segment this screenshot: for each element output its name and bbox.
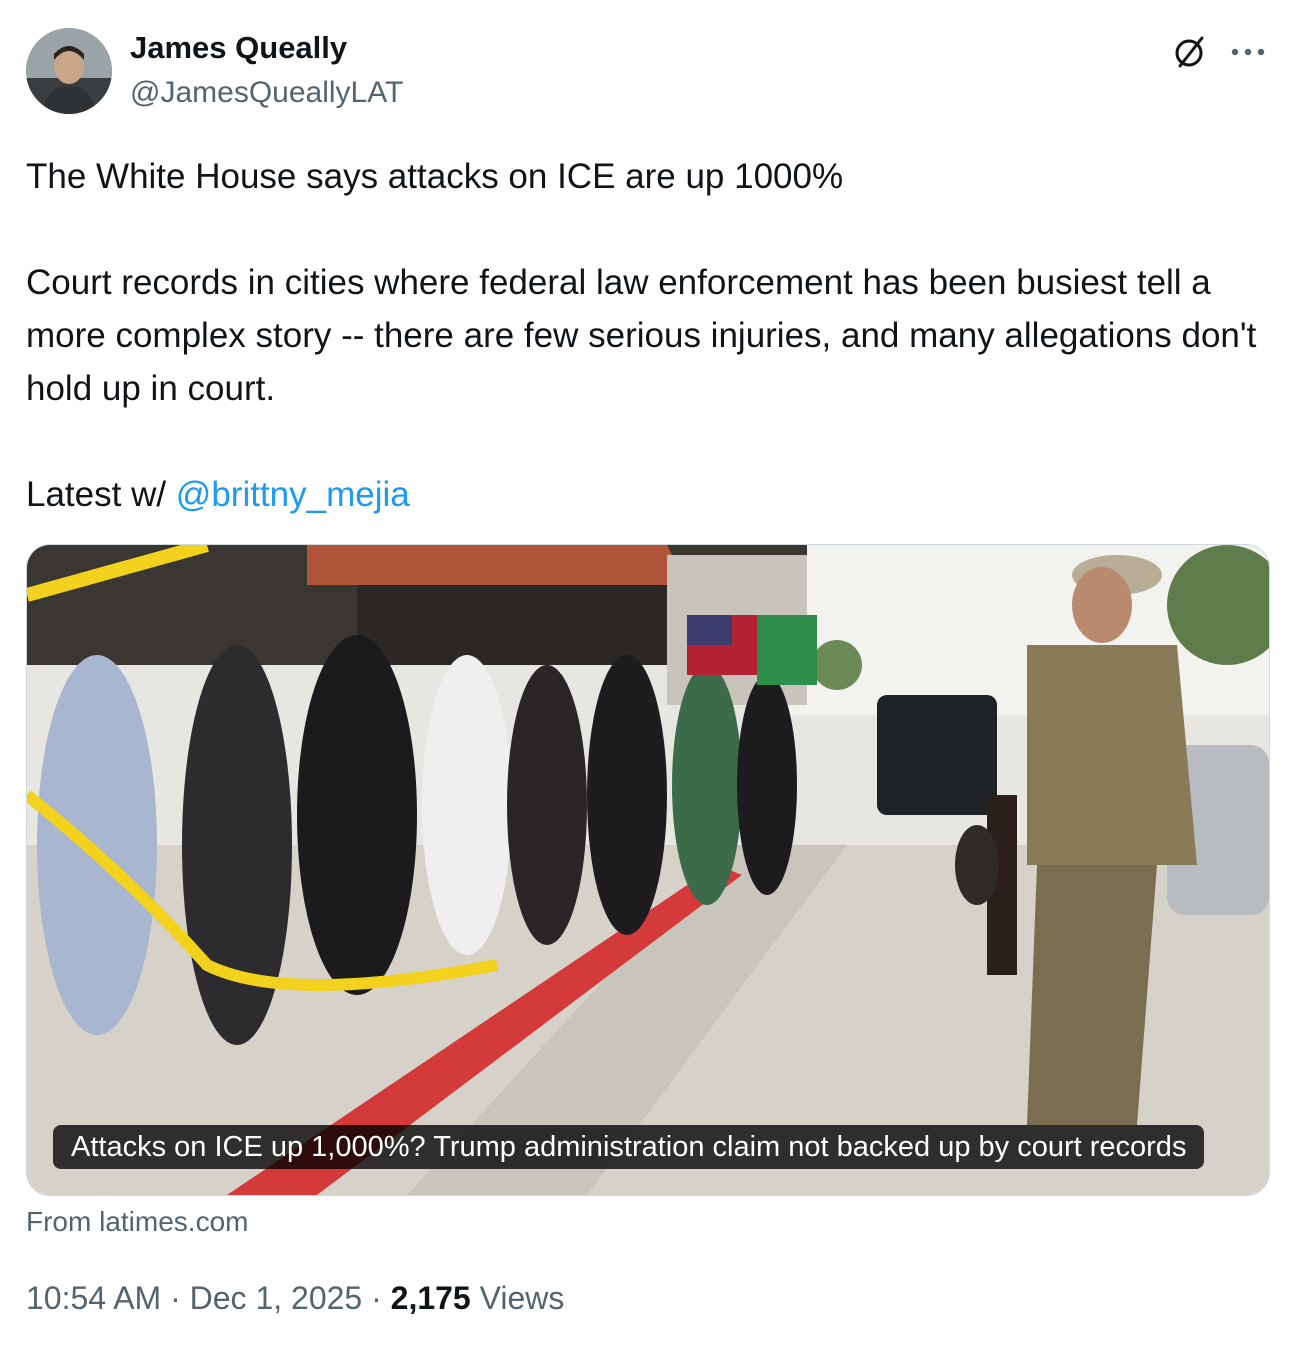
- tweet-date[interactable]: Dec 1, 2025: [190, 1280, 363, 1316]
- tweet-text: The White House says attacks on ICE are …: [26, 150, 1266, 521]
- mention-link[interactable]: @brittny_mejia: [176, 475, 410, 514]
- card-image: [27, 545, 1269, 1195]
- meta-separator: ·: [170, 1280, 181, 1316]
- views-count: 2,175: [390, 1280, 471, 1316]
- grok-icon[interactable]: [1170, 32, 1210, 72]
- avatar-image: [26, 28, 112, 114]
- tweet-meta: 10:54 AM · Dec 1, 2025 · 2,175 Views: [26, 1280, 564, 1317]
- card-caption: Attacks on ICE up 1,000%? Trump administ…: [53, 1125, 1205, 1169]
- link-card[interactable]: Attacks on ICE up 1,000%? Trump administ…: [26, 544, 1270, 1196]
- tweet-line-3-prefix: Latest w/: [26, 475, 176, 514]
- tweet-time[interactable]: 10:54 AM: [26, 1280, 161, 1316]
- meta-separator-2: ·: [371, 1280, 382, 1316]
- author-name[interactable]: James Queally: [130, 30, 347, 66]
- tweet-line-3: Latest w/ @brittny_mejia: [26, 468, 1266, 521]
- card-source[interactable]: From latimes.com: [26, 1206, 248, 1238]
- tweet-line-1: The White House says attacks on ICE are …: [26, 157, 844, 196]
- views-label: Views: [479, 1280, 565, 1316]
- author-handle[interactable]: @JamesQueallyLAT: [130, 76, 403, 110]
- tweet-line-2: Court records in cities where federal la…: [26, 263, 1257, 408]
- more-icon[interactable]: [1228, 32, 1268, 72]
- avatar[interactable]: [26, 28, 112, 114]
